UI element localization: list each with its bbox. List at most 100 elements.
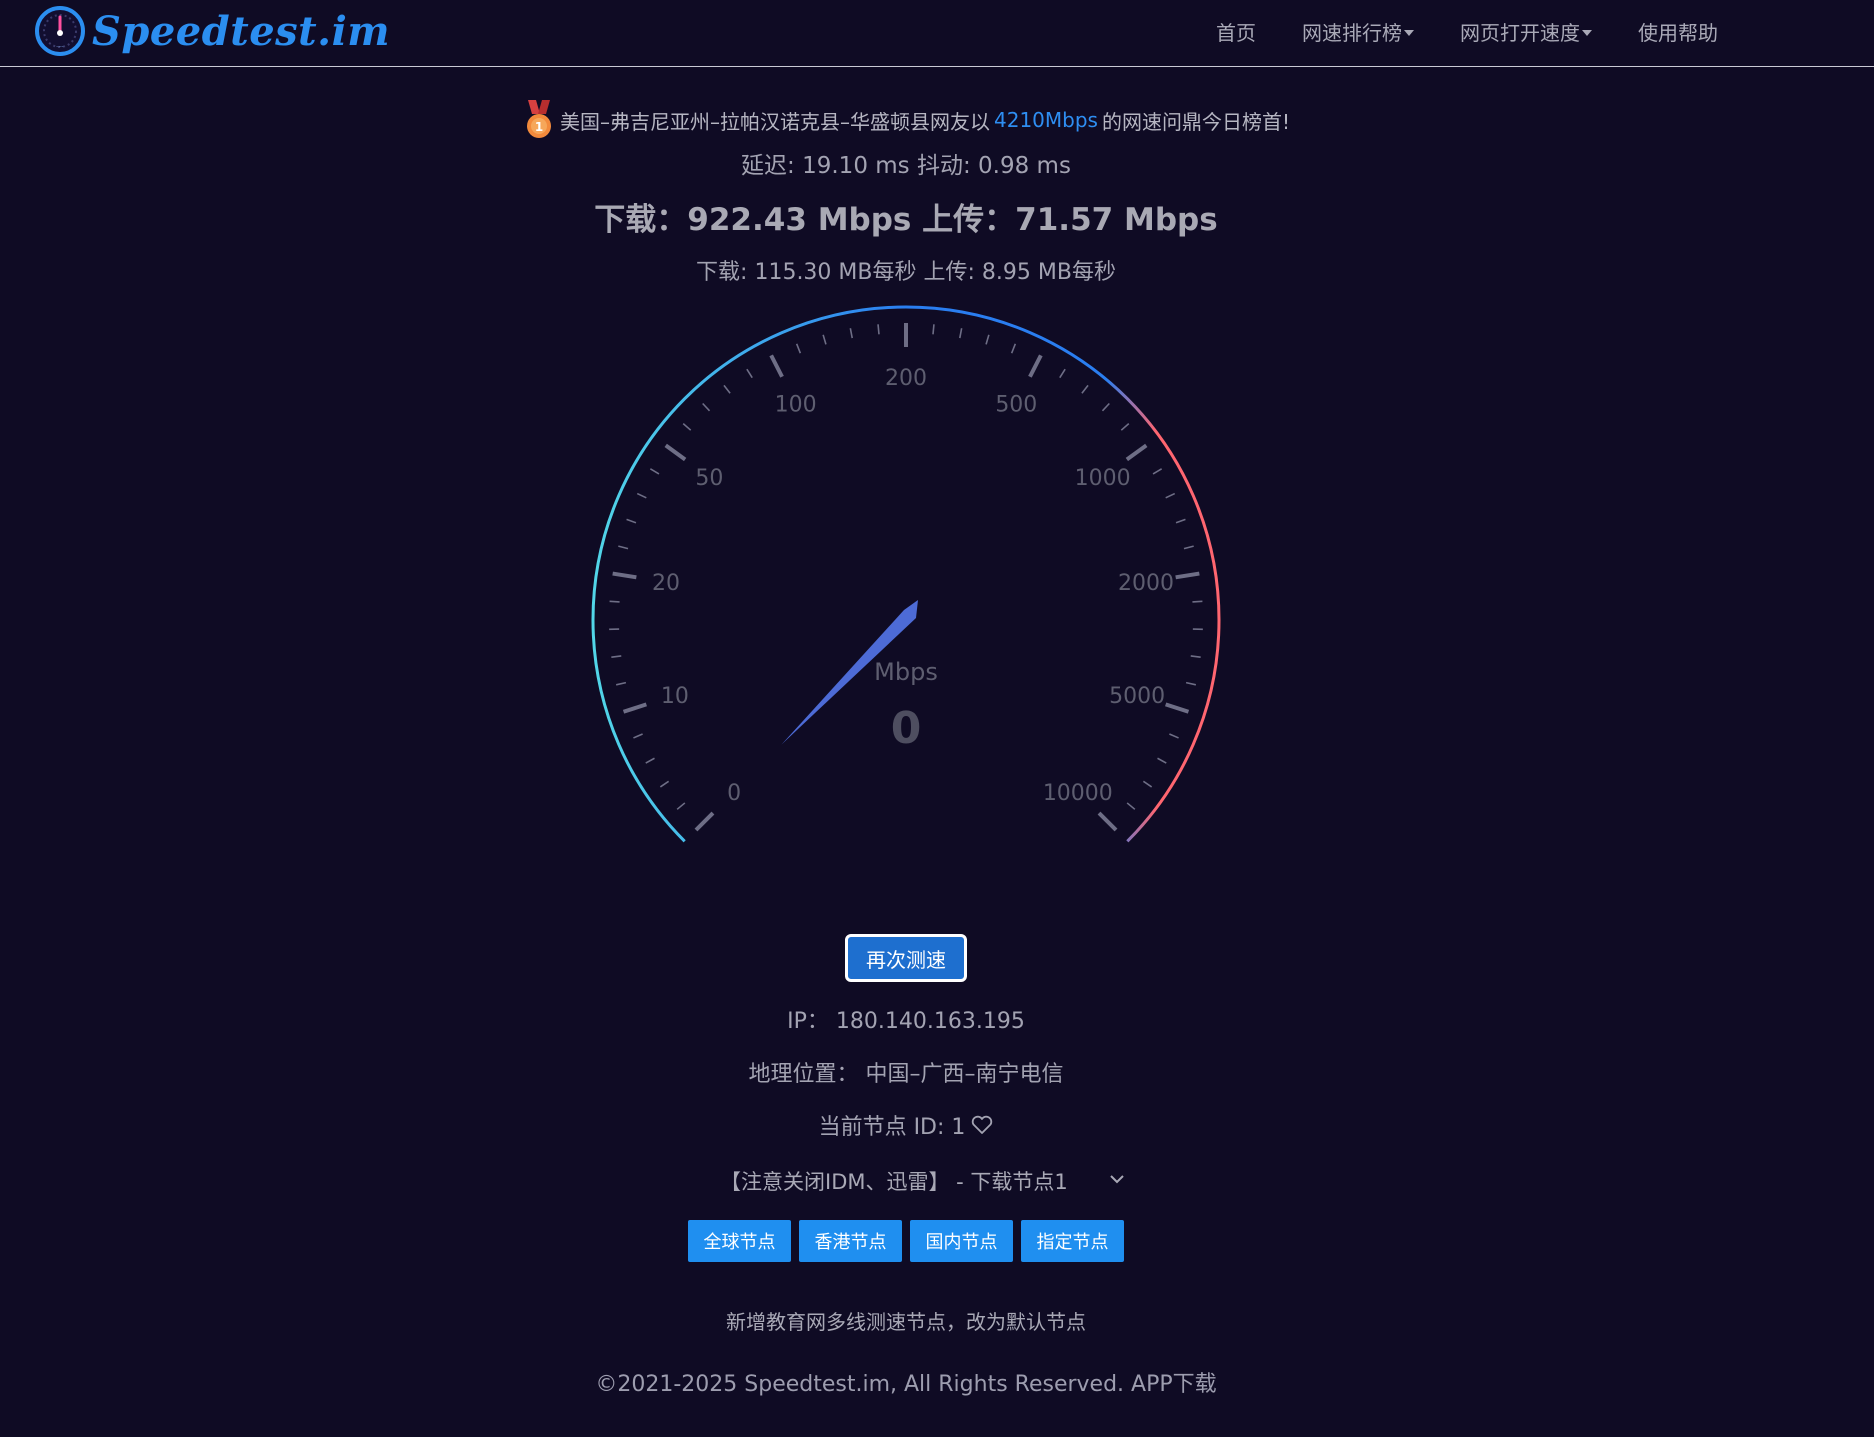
gauge-minor-tick — [746, 368, 753, 379]
gauge-minor-tick — [723, 384, 731, 394]
gauge-minor-tick — [1081, 384, 1089, 394]
gauge-minor-tick — [1185, 681, 1197, 686]
medal-icon: 1 — [527, 100, 551, 138]
gauge-value: 0 — [891, 703, 922, 754]
speed-mb-per-second: 下载: 115.30 MB每秒 上传: 8.95 MB每秒 — [696, 260, 1116, 285]
gauge-minor-tick — [1059, 368, 1066, 379]
notice-text: 新增教育网多线测速节点，改为默认节点 — [726, 1310, 1086, 1334]
gauge-minor-tick — [618, 545, 629, 550]
nav-item-label: 网速排行榜 — [1302, 20, 1402, 45]
gauge-scale-label: 10000 — [1043, 781, 1113, 806]
nav-item-home[interactable]: 首页 — [1216, 17, 1256, 46]
gauge-minor-tick — [1192, 600, 1203, 603]
gauge-scale-label: 50 — [695, 466, 723, 491]
champion-suffix: 的网速问鼎今日榜首! — [1101, 109, 1290, 134]
nav-item-help[interactable]: 使用帮助 — [1638, 17, 1718, 46]
gauge-minor-tick — [958, 328, 963, 339]
gauge-minor-tick — [626, 518, 637, 524]
ip-address: IP： 180.140.163.195 — [787, 1009, 1025, 1034]
gauge-minor-tick — [1183, 545, 1194, 550]
gauge-minor-tick — [702, 402, 711, 412]
nav-item-label: 使用帮助 — [1638, 20, 1718, 45]
champion-speed: 4210Mbps — [994, 108, 1098, 132]
gauge-minor-tick — [1175, 518, 1186, 524]
gauge-minor-tick — [822, 334, 827, 345]
gauge-major-tick — [1125, 443, 1148, 462]
gauge-major-tick — [694, 811, 715, 832]
gauge-minor-tick — [611, 655, 622, 659]
speed-gauge: 0 10 20 50 100 200 500 1000 2000 5000 10000 Mbps 0 — [586, 298, 1226, 858]
gauge-scale-label: 20 — [652, 571, 680, 596]
gauge-minor-tick — [1120, 422, 1130, 431]
svg-text:1: 1 — [535, 120, 543, 134]
gauge-minor-tick — [932, 324, 935, 335]
gauge-major-tick — [1097, 811, 1118, 832]
gauge-minor-tick — [877, 324, 880, 335]
speedometer-logo-icon: .... — [35, 6, 85, 56]
gauge-scale-label: 0 — [727, 781, 741, 806]
gauge-minor-tick — [1190, 655, 1201, 659]
gauge-svg: 0 10 20 50 100 200 500 1000 2000 5000 10000 Mbps 0 — [591, 305, 1221, 843]
svg-text:....: .... — [56, 42, 64, 49]
gauge-minor-tick — [985, 334, 990, 345]
node-buttons: 全球节点 香港节点 国内节点 指定节点 — [688, 1220, 1124, 1262]
gauge-minor-tick — [1157, 757, 1167, 764]
gauge-minor-tick — [1169, 733, 1179, 739]
navbar: .... Speedtest.im 首页 网速排行榜 网页打开速度 使用帮助 — [0, 0, 1874, 67]
gauge-minor-tick — [1126, 802, 1136, 810]
caret-down-icon — [1404, 30, 1414, 36]
retest-button[interactable]: 再次测速 — [845, 934, 967, 982]
gauge-major-tick — [769, 354, 784, 378]
hongkong-nodes-button[interactable]: 香港节点 — [799, 1220, 902, 1262]
gauge-scale-label: 200 — [885, 366, 927, 391]
gauge-unit: Mbps — [874, 658, 938, 686]
champion-prefix: 美国–弗吉尼亚州–拉帕汉诺克县–华盛顿县网友以 — [560, 109, 990, 134]
gauge-major-tick — [664, 443, 687, 462]
chevron-down-icon — [1110, 1175, 1124, 1184]
specified-nodes-button[interactable]: 指定节点 — [1021, 1220, 1124, 1262]
gauge-minor-tick — [649, 468, 660, 475]
current-node-label: 当前节点 ID: 1 — [818, 1115, 966, 1140]
gauge-minor-tick — [659, 780, 670, 788]
gauge-scale-label: 500 — [995, 392, 1037, 417]
gauge-scale-label: 100 — [775, 392, 817, 417]
gauge-major-tick — [1175, 571, 1200, 580]
gauge-scale-label: 5000 — [1109, 684, 1165, 709]
geo-location: 地理位置： 中国–广西–南宁电信 — [748, 1062, 1064, 1087]
gauge-scale-label: 10 — [661, 684, 689, 709]
gauge-minor-tick — [615, 681, 627, 686]
nav-item-label: 网页打开速度 — [1460, 20, 1580, 45]
gauge-minor-tick — [682, 422, 692, 431]
footer: ©2021-2025 Speedtest.im, All Rights Rese… — [0, 1366, 1812, 1398]
gauge-major-tick — [1165, 702, 1190, 714]
gauge-minor-tick — [1142, 780, 1153, 788]
speed-result: 下载：922.43 Mbps 上传：71.57 Mbps — [594, 202, 1218, 238]
footer-copyright: ©2021-2025 Speedtest.im, All Rights Rese… — [595, 1372, 1132, 1397]
caret-down-icon — [1582, 30, 1592, 36]
gauge-scale-label: 2000 — [1118, 571, 1174, 596]
gauge-minor-tick — [645, 757, 655, 764]
nav-item-speed-ranking[interactable]: 网速排行榜 — [1302, 17, 1414, 46]
domestic-nodes-button[interactable]: 国内节点 — [910, 1220, 1013, 1262]
gauge-minor-tick — [636, 492, 647, 499]
global-nodes-button[interactable]: 全球节点 — [688, 1220, 791, 1262]
heart-icon[interactable] — [971, 1115, 993, 1135]
node-select-value: 【注意关闭IDM、迅雷】 - 下载节点1 — [720, 1170, 1068, 1194]
nav-item-label: 首页 — [1216, 20, 1256, 45]
gauge-major-tick — [1028, 354, 1043, 378]
gauge-scale-label: 1000 — [1075, 466, 1131, 491]
gauge-major-tick — [622, 702, 647, 714]
current-node: 当前节点 ID: 1 — [0, 1109, 1812, 1141]
gauge-minor-tick — [676, 802, 686, 810]
gauge-minor-tick — [1152, 468, 1163, 475]
gauge-minor-tick — [1010, 343, 1017, 354]
gauge-minor-tick — [849, 328, 854, 339]
gauge-minor-tick — [795, 343, 802, 354]
app-download-link[interactable]: APP下载 — [1131, 1372, 1217, 1397]
site-logo[interactable]: .... Speedtest.im — [34, 3, 390, 59]
node-select[interactable]: 【注意关闭IDM、迅雷】 - 下载节点1 — [720, 1164, 1140, 1198]
logo-text: Speedtest.im — [92, 7, 391, 55]
nav-menu: 首页 网速排行榜 网页打开速度 使用帮助 — [1216, 0, 1718, 62]
nav-item-page-speed[interactable]: 网页打开速度 — [1460, 17, 1592, 46]
page: .... Speedtest.im 首页 网速排行榜 网页打开速度 使用帮助 1… — [0, 0, 1874, 1437]
